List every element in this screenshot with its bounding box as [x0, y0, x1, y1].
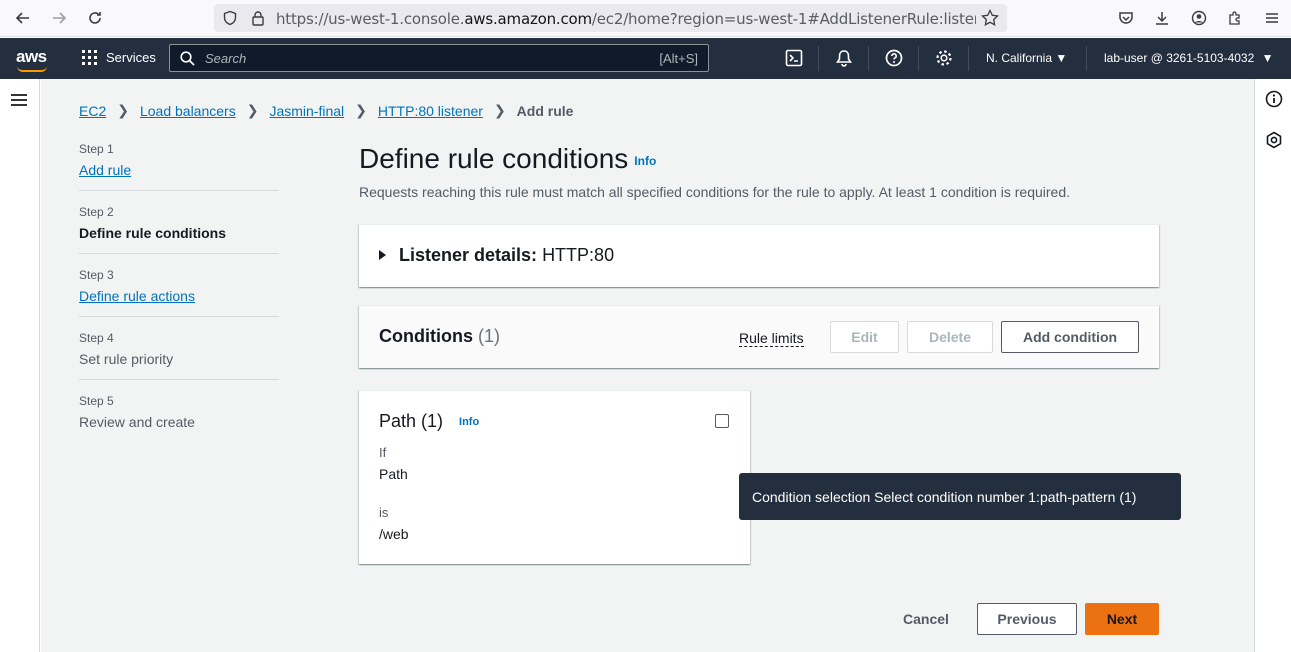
address-bar[interactable]: https://us-west-1.console.aws.amazon.com… — [214, 4, 1007, 32]
edit-button[interactable]: Edit — [830, 321, 899, 353]
step-number: Step 3 — [79, 268, 114, 282]
menu-icon[interactable] — [1262, 8, 1282, 28]
next-button[interactable]: Next — [1085, 603, 1159, 635]
conditions-title: Conditions (1) — [379, 326, 500, 346]
step-number: Step 5 — [79, 394, 114, 408]
condition-card[interactable]: Path (1) Info If Path is /web — [359, 390, 750, 564]
cloudshell-icon[interactable] — [784, 48, 804, 68]
info-link[interactable]: Info — [634, 154, 656, 168]
breadcrumb: EC2 ❯ Load balancers ❯ Jasmin-final ❯ HT… — [79, 102, 573, 119]
forward-icon[interactable] — [49, 8, 69, 28]
reload-icon[interactable] — [85, 8, 105, 28]
download-icon[interactable] — [1152, 8, 1172, 28]
services-button[interactable]: Services — [82, 50, 156, 65]
condition-card-title: Path (1) Info — [379, 411, 480, 431]
extensions-icon[interactable] — [1225, 8, 1245, 28]
browser-toolbar: https://us-west-1.console.aws.amazon.com… — [0, 0, 1291, 37]
rule-limits-link[interactable]: Rule limits — [739, 330, 804, 347]
main-content: EC2 ❯ Load balancers ❯ Jasmin-final ❯ HT… — [41, 79, 1254, 652]
step-5: Step 5 Review and create — [79, 394, 279, 442]
services-label: Services — [106, 50, 156, 65]
breadcrumb-ec2[interactable]: EC2 — [79, 103, 106, 119]
step-link-define-actions[interactable]: Define rule actions — [79, 288, 279, 304]
listener-details-panel[interactable]: Listener details: HTTP:80 — [359, 224, 1159, 287]
lock-icon[interactable] — [248, 8, 268, 28]
url-text: https://us-west-1.console.aws.amazon.com… — [276, 10, 976, 28]
step-number: Step 4 — [79, 331, 114, 345]
step-number: Step 1 — [79, 142, 114, 156]
is-value: /web — [379, 526, 409, 542]
help-icon[interactable] — [884, 48, 904, 68]
step-1: Step 1 Add rule — [79, 142, 279, 191]
info-panel-icon[interactable] — [1265, 90, 1283, 113]
condition-tooltip: Condition selection Select condition num… — [739, 473, 1181, 520]
step-4: Step 4 Set rule priority — [79, 331, 279, 380]
listener-details-header[interactable]: Listener details: HTTP:80 — [399, 245, 614, 266]
step-link-add-rule[interactable]: Add rule — [79, 162, 279, 178]
if-value: Path — [379, 466, 408, 482]
grid-icon — [82, 50, 97, 65]
aws-top-nav: aws Services Search [Alt+S] N. Californi… — [0, 38, 1291, 79]
search-input[interactable]: Search [Alt+S] — [169, 44, 709, 72]
delete-button[interactable]: Delete — [907, 321, 993, 353]
bell-icon[interactable] — [834, 48, 854, 68]
cancel-button[interactable]: Cancel — [903, 611, 949, 627]
hexagon-icon[interactable] — [1265, 131, 1283, 154]
breadcrumb-current: Add rule — [516, 102, 574, 119]
step-number: Step 2 — [79, 205, 114, 219]
is-label: is — [379, 505, 389, 520]
info-link[interactable]: Info — [459, 416, 479, 428]
breadcrumb-load-balancers[interactable]: Load balancers — [140, 103, 236, 119]
breadcrumb-listener[interactable]: HTTP:80 listener — [378, 103, 483, 119]
back-icon[interactable] — [13, 8, 33, 28]
page-description: Requests reaching this rule must match a… — [359, 184, 1071, 200]
star-icon[interactable] — [980, 8, 1000, 28]
search-icon — [180, 51, 195, 66]
caret-down-icon: ▼ — [1055, 51, 1068, 65]
page-title: Define rule conditions Info — [359, 143, 657, 174]
chevron-right-icon: ❯ — [246, 102, 259, 118]
hamburger-icon[interactable] — [10, 92, 28, 113]
aws-smile-logo — [17, 66, 47, 72]
caret-right-icon[interactable] — [379, 250, 386, 260]
step-label: Review and create — [79, 414, 195, 430]
conditions-panel: Conditions (1) Rule limits Edit Delete A… — [359, 305, 1159, 368]
caret-down-icon: ▼ — [1261, 51, 1274, 65]
search-placeholder: Search — [205, 51, 247, 66]
add-condition-button[interactable]: Add condition — [1001, 321, 1139, 353]
account-menu[interactable]: lab-user @ 3261-5103-4032 ▼ — [1104, 51, 1274, 65]
settings-icon[interactable] — [934, 48, 954, 68]
pocket-icon[interactable] — [1116, 8, 1136, 28]
condition-checkbox[interactable] — [715, 414, 729, 428]
if-label: If — [379, 445, 387, 460]
right-rail — [1254, 79, 1291, 652]
step-2: Step 2 Define rule conditions — [79, 205, 279, 254]
breadcrumb-load-balancer[interactable]: Jasmin-final — [269, 103, 344, 119]
shield-icon[interactable] — [220, 8, 240, 28]
chevron-right-icon: ❯ — [355, 102, 367, 118]
wizard-steps: Step 1 Add rule Step 2 Define rule condi… — [79, 142, 279, 456]
chevron-right-icon: ❯ — [117, 102, 129, 118]
previous-button[interactable]: Previous — [977, 603, 1077, 635]
chevron-right-icon: ❯ — [493, 102, 506, 118]
account-icon[interactable] — [1189, 8, 1209, 28]
step-3: Step 3 Define rule actions — [79, 268, 279, 317]
step-current-label: Define rule conditions — [79, 225, 227, 241]
region-selector[interactable]: N. California ▼ — [986, 51, 1067, 65]
step-label: Set rule priority — [79, 351, 174, 367]
left-rail — [0, 79, 40, 652]
aws-logo[interactable]: aws — [16, 47, 47, 67]
search-shortcut: [Alt+S] — [659, 51, 698, 66]
